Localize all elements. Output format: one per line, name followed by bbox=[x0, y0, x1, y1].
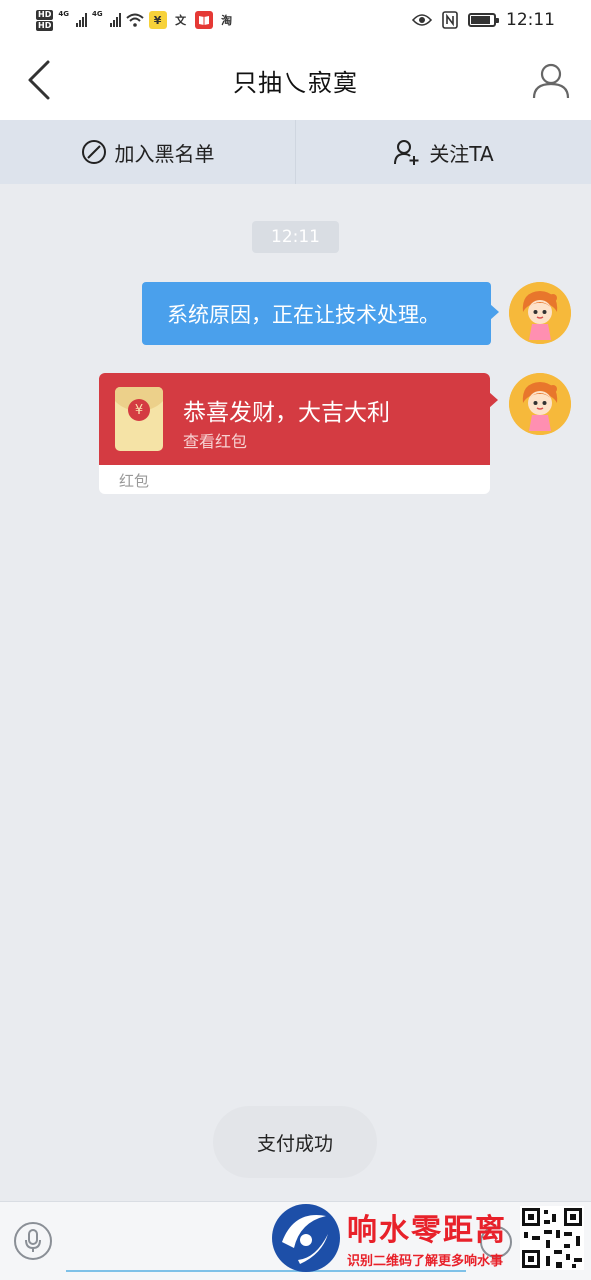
text-message-bubble[interactable]: 系统原因，正在让技术处理。 bbox=[142, 282, 499, 345]
red-packet-body: ¥ 恭喜发财，大吉大利 查看红包 bbox=[99, 373, 490, 465]
microphone-icon bbox=[25, 1229, 41, 1252]
message-timestamp: 12:11 bbox=[252, 221, 339, 253]
avatar-image bbox=[509, 282, 571, 344]
message-text: 系统原因，正在让技术处理。 bbox=[167, 302, 440, 327]
page-title: 只抽乀寂寞 bbox=[233, 68, 358, 97]
chevron-left-icon[interactable] bbox=[20, 58, 60, 102]
hd-badge: HD bbox=[36, 9, 54, 20]
follow-button[interactable]: 关注TA bbox=[296, 120, 591, 184]
yuan-app-icon: ¥ bbox=[148, 11, 167, 29]
yuan-coin-icon: ¥ bbox=[128, 399, 150, 421]
wifi-icon bbox=[125, 13, 144, 27]
action-bar: 加入黑名单 关注TA bbox=[0, 120, 591, 184]
status-time: 12:11 bbox=[506, 10, 555, 30]
envelope-icon: ¥ bbox=[115, 387, 163, 451]
add-user-icon bbox=[394, 140, 419, 165]
block-icon bbox=[81, 140, 106, 164]
nfc-icon bbox=[442, 11, 458, 29]
hd-indicators: HD HD bbox=[36, 9, 54, 31]
person-icon[interactable] bbox=[531, 60, 571, 100]
status-bar: HD HD 4G 4G ¥ 文 淘 12:11 bbox=[0, 0, 591, 40]
red-packet-title: 恭喜发财，大吉大利 bbox=[183, 400, 390, 426]
book-app-icon bbox=[194, 11, 213, 29]
qr-code-icon bbox=[520, 1206, 584, 1270]
status-left: HD HD 4G 4G ¥ 文 淘 bbox=[36, 9, 236, 31]
watermark-logo-icon bbox=[272, 1204, 340, 1272]
block-button[interactable]: 加入黑名单 bbox=[0, 120, 295, 184]
watermark-subtitle: 识别二维码了解更多响水事 bbox=[347, 1254, 504, 1269]
network-type: 4G bbox=[91, 9, 103, 18]
hd-badge: HD bbox=[36, 20, 54, 31]
signal-icon bbox=[75, 13, 87, 27]
avatar-image bbox=[509, 373, 571, 435]
taobao-icon: 淘 bbox=[221, 14, 233, 27]
eye-icon bbox=[412, 14, 432, 26]
red-packet-label: 红包 bbox=[119, 472, 150, 490]
payment-success-toast: 支付成功 bbox=[213, 1106, 377, 1178]
avatar[interactable] bbox=[509, 282, 571, 344]
network-type: 4G bbox=[58, 9, 69, 18]
follow-label: 关注TA bbox=[429, 141, 494, 166]
microphone-button[interactable] bbox=[14, 1222, 52, 1260]
status-right: 12:11 bbox=[412, 10, 555, 30]
battery-level bbox=[471, 16, 490, 24]
signal-icon bbox=[109, 13, 121, 27]
wen-app-icon: 文 bbox=[175, 14, 187, 27]
chat-header: 只抽乀寂寞 bbox=[0, 40, 591, 120]
red-packet-message[interactable]: ¥ 恭喜发财，大吉大利 查看红包 红包 bbox=[99, 373, 490, 494]
watermark-title: 响水零距离 bbox=[347, 1213, 507, 1248]
block-label: 加入黑名单 bbox=[114, 141, 215, 166]
battery-icon bbox=[468, 13, 499, 27]
red-packet-subtitle: 查看红包 bbox=[183, 432, 248, 451]
avatar[interactable] bbox=[509, 373, 571, 435]
red-packet-pointer bbox=[489, 392, 498, 408]
